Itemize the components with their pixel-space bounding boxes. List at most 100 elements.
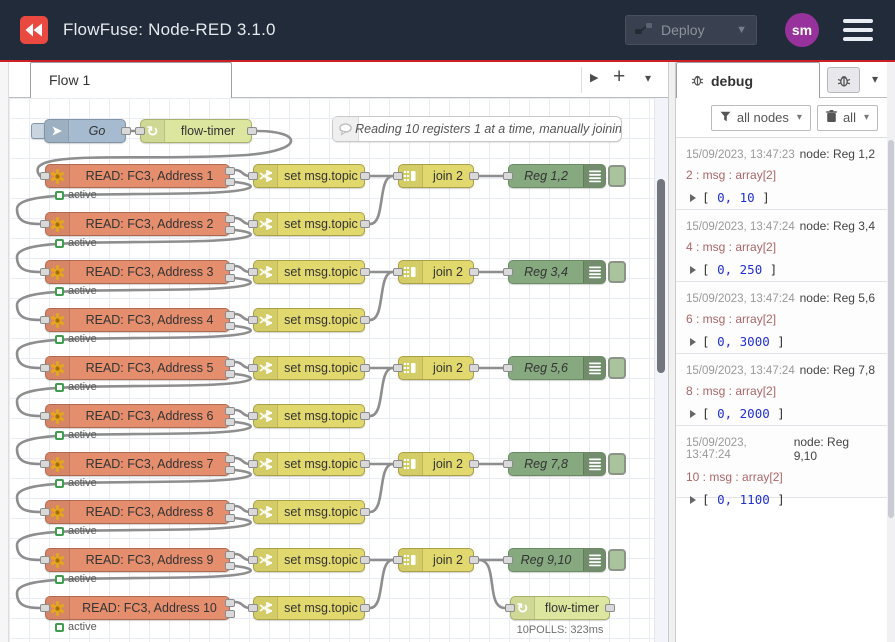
port-input[interactable] — [40, 268, 50, 276]
port-input[interactable] — [40, 460, 50, 468]
port-input[interactable] — [248, 508, 258, 516]
deploy-button[interactable]: Deploy ▼ — [625, 15, 757, 45]
flow-canvas[interactable]: Go↻flow-timerReading 10 registers 1 at a… — [9, 98, 668, 642]
port-output[interactable] — [469, 364, 479, 372]
node-inject-go[interactable]: Go — [44, 119, 126, 143]
port-output[interactable] — [225, 610, 235, 618]
port-input[interactable] — [135, 127, 145, 135]
debug-scrollbar-thumb[interactable] — [888, 140, 894, 518]
node-join-3[interactable]: join 2 — [398, 356, 474, 380]
port-input[interactable] — [248, 604, 258, 612]
message-payload[interactable]: [ 0, 3000 ] — [686, 334, 875, 349]
canvas-scrollbar-thumb[interactable] — [657, 179, 665, 373]
node-debug-2[interactable]: Reg 3,4 — [508, 260, 606, 284]
expand-caret-icon[interactable] — [690, 194, 696, 202]
port-output[interactable] — [225, 407, 235, 415]
port-output[interactable] — [225, 514, 235, 522]
wire-set-8-join-4[interactable] — [370, 464, 393, 512]
expand-caret-icon[interactable] — [690, 266, 696, 274]
port-output[interactable] — [225, 370, 235, 378]
node-set-1[interactable]: set msg.topic — [253, 164, 365, 188]
port-input[interactable] — [248, 460, 258, 468]
debug-toggle-button-3[interactable] — [608, 357, 626, 379]
port-input[interactable] — [248, 556, 258, 564]
node-join-2[interactable]: join 2 — [398, 260, 474, 284]
node-debug-4[interactable]: Reg 7,8 — [508, 452, 606, 476]
sidebar-resize-handle[interactable] — [668, 62, 676, 642]
debug-toggle-button-1[interactable] — [608, 165, 626, 187]
port-output[interactable] — [360, 460, 370, 468]
port-output[interactable] — [469, 460, 479, 468]
port-input[interactable] — [40, 508, 50, 516]
tab-list-caret-icon[interactable]: ▾ — [645, 71, 651, 85]
port-input[interactable] — [393, 364, 403, 372]
debug-filter-bug-button[interactable] — [827, 67, 860, 93]
port-input[interactable] — [503, 556, 513, 564]
tab-debug[interactable]: debug — [676, 62, 820, 98]
canvas-scrollbar-track[interactable] — [654, 98, 668, 642]
port-output[interactable] — [360, 508, 370, 516]
port-output[interactable] — [469, 268, 479, 276]
node-set-3[interactable]: set msg.topic — [253, 260, 365, 284]
node-join-1[interactable]: join 2 — [398, 164, 474, 188]
wire-set-4-join-2[interactable] — [370, 272, 393, 320]
node-set-2[interactable]: set msg.topic — [253, 212, 365, 236]
port-output[interactable] — [469, 172, 479, 180]
debug-toggle-button-4[interactable] — [608, 453, 626, 475]
port-input[interactable] — [503, 460, 513, 468]
port-input[interactable] — [40, 604, 50, 612]
port-input[interactable] — [248, 412, 258, 420]
debug-message-2[interactable]: 15/09/2023, 13:47:24node: Reg 3,44 : msg… — [676, 210, 887, 282]
node-set-9[interactable]: set msg.topic — [253, 548, 365, 572]
port-output[interactable] — [225, 311, 235, 319]
port-output[interactable] — [225, 418, 235, 426]
node-read-9[interactable]: READ: FC3, Address 9 — [45, 548, 230, 572]
port-input[interactable] — [40, 220, 50, 228]
debug-toggle-button-5[interactable] — [608, 549, 626, 571]
node-flow-timer-bottom[interactable]: ↻flow-timer — [510, 596, 610, 620]
port-output[interactable] — [360, 412, 370, 420]
port-output[interactable] — [360, 172, 370, 180]
debug-filter-button[interactable]: all nodes ▾ — [711, 105, 811, 131]
node-join-5[interactable]: join 2 — [398, 548, 474, 572]
port-input[interactable] — [40, 412, 50, 420]
node-set-10[interactable]: set msg.topic — [253, 596, 365, 620]
node-flow-timer-top[interactable]: ↻flow-timer — [140, 119, 252, 143]
debug-clear-button[interactable]: all ▾ — [817, 105, 878, 131]
port-output[interactable] — [225, 322, 235, 330]
port-input[interactable] — [40, 556, 50, 564]
node-read-5[interactable]: READ: FC3, Address 5 — [45, 356, 230, 380]
port-output[interactable] — [225, 274, 235, 282]
node-set-7[interactable]: set msg.topic — [253, 452, 365, 476]
user-avatar[interactable]: sm — [785, 13, 819, 47]
port-output[interactable] — [247, 127, 257, 135]
node-set-6[interactable]: set msg.topic — [253, 404, 365, 428]
port-input[interactable] — [248, 220, 258, 228]
port-input[interactable] — [248, 364, 258, 372]
message-payload[interactable]: [ 0, 250 ] — [686, 262, 875, 277]
node-read-1[interactable]: READ: FC3, Address 1 — [45, 164, 230, 188]
port-output[interactable] — [225, 562, 235, 570]
port-output[interactable] — [225, 503, 235, 511]
debug-message-1[interactable]: 15/09/2023, 13:47:23node: Reg 1,22 : msg… — [676, 138, 887, 210]
port-output[interactable] — [225, 263, 235, 271]
node-set-5[interactable]: set msg.topic — [253, 356, 365, 380]
port-input[interactable] — [393, 556, 403, 564]
node-read-10[interactable]: READ: FC3, Address 10 — [45, 596, 230, 620]
debug-toggle-button-2[interactable] — [608, 261, 626, 283]
port-input[interactable] — [503, 268, 513, 276]
port-output[interactable] — [225, 178, 235, 186]
port-output[interactable] — [360, 604, 370, 612]
port-output[interactable] — [360, 316, 370, 324]
port-output[interactable] — [121, 127, 131, 135]
port-input[interactable] — [503, 172, 513, 180]
port-output[interactable] — [225, 226, 235, 234]
port-input[interactable] — [248, 172, 258, 180]
wire-set-2-join-1[interactable] — [370, 176, 393, 224]
port-output[interactable] — [360, 268, 370, 276]
tab-flow-1[interactable]: Flow 1 — [30, 62, 232, 98]
add-flow-button[interactable]: + — [613, 65, 625, 89]
port-output[interactable] — [225, 466, 235, 474]
port-input[interactable] — [393, 268, 403, 276]
port-output[interactable] — [469, 556, 479, 564]
